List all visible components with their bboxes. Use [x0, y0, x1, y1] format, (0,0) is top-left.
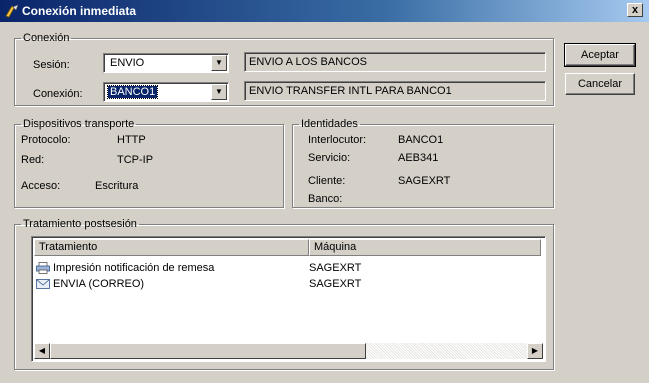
sesion-dropdown-icon[interactable]: ▼	[211, 55, 227, 71]
accept-button[interactable]: Aceptar	[564, 43, 636, 67]
acceso-value: Escritura	[95, 180, 139, 192]
column-header-tratamiento[interactable]: Tratamiento	[34, 239, 309, 256]
tratamiento-group-legend: Tratamiento postsesión	[23, 218, 137, 230]
sesion-combo[interactable]: ENVIO ▼	[103, 53, 229, 73]
scroll-thumb[interactable]	[50, 343, 366, 359]
row-tratamiento: ENVIA (CORREO)	[53, 278, 145, 290]
scroll-right-icon[interactable]: ▶	[527, 343, 543, 359]
printer-icon	[36, 262, 50, 274]
conexion-label: Conexión:	[33, 88, 83, 100]
sesion-value: ENVIO	[110, 57, 145, 69]
servicio-label: Servicio:	[308, 152, 351, 164]
list-item[interactable]: ENVIA (CORREO) SAGEXRT	[36, 277, 536, 293]
title-bar: Conexión inmediata x	[0, 0, 649, 22]
banco-label: Banco:	[308, 193, 343, 205]
row-maquina: SAGEXRT	[309, 262, 362, 274]
conexion-group-legend: Conexión	[23, 32, 70, 44]
column-header-maquina[interactable]: Máquina	[309, 239, 541, 256]
conexion-dropdown-icon[interactable]: ▼	[211, 84, 227, 100]
identidades-group-legend: Identidades	[301, 118, 358, 130]
dispositivos-group-legend: Dispositivos transporte	[23, 118, 135, 130]
conexion-combo[interactable]: BANCO1 ▼	[103, 82, 229, 102]
app-icon	[5, 4, 19, 18]
sesion-description: ENVIO A LOS BANCOS	[244, 52, 546, 72]
scroll-left-icon[interactable]: ◀	[34, 343, 50, 359]
tratamiento-list[interactable]: Tratamiento Máquina Impresión notificaci…	[31, 236, 546, 362]
servicio-value: AEB341	[398, 152, 439, 164]
cliente-value: SAGEXRT	[398, 175, 451, 187]
interlocutor-value: BANCO1	[398, 134, 444, 146]
protocolo-value: HTTP	[117, 134, 146, 146]
close-button[interactable]: x	[627, 3, 643, 17]
mail-icon	[36, 279, 50, 289]
row-maquina: SAGEXRT	[309, 278, 362, 290]
horizontal-scrollbar[interactable]: ◀ ▶	[34, 343, 543, 359]
interlocutor-label: Interlocutor:	[308, 134, 367, 146]
red-value: TCP-IP	[117, 154, 154, 166]
cancel-button[interactable]: Cancelar	[565, 73, 635, 95]
conexion-description: ENVIO TRANSFER INTL PARA BANCO1	[244, 81, 546, 101]
list-item[interactable]: Impresión notificación de remesa SAGEXRT	[36, 261, 536, 277]
cliente-label: Cliente:	[308, 175, 346, 187]
conexion-value: BANCO1	[106, 85, 159, 99]
sesion-label: Sesión:	[33, 59, 70, 71]
protocolo-label: Protocolo:	[21, 134, 71, 146]
red-label: Red:	[21, 154, 45, 166]
row-tratamiento: Impresión notificación de remesa	[53, 262, 215, 274]
acceso-label: Acceso:	[21, 180, 61, 192]
window-title: Conexión inmediata	[22, 4, 137, 18]
